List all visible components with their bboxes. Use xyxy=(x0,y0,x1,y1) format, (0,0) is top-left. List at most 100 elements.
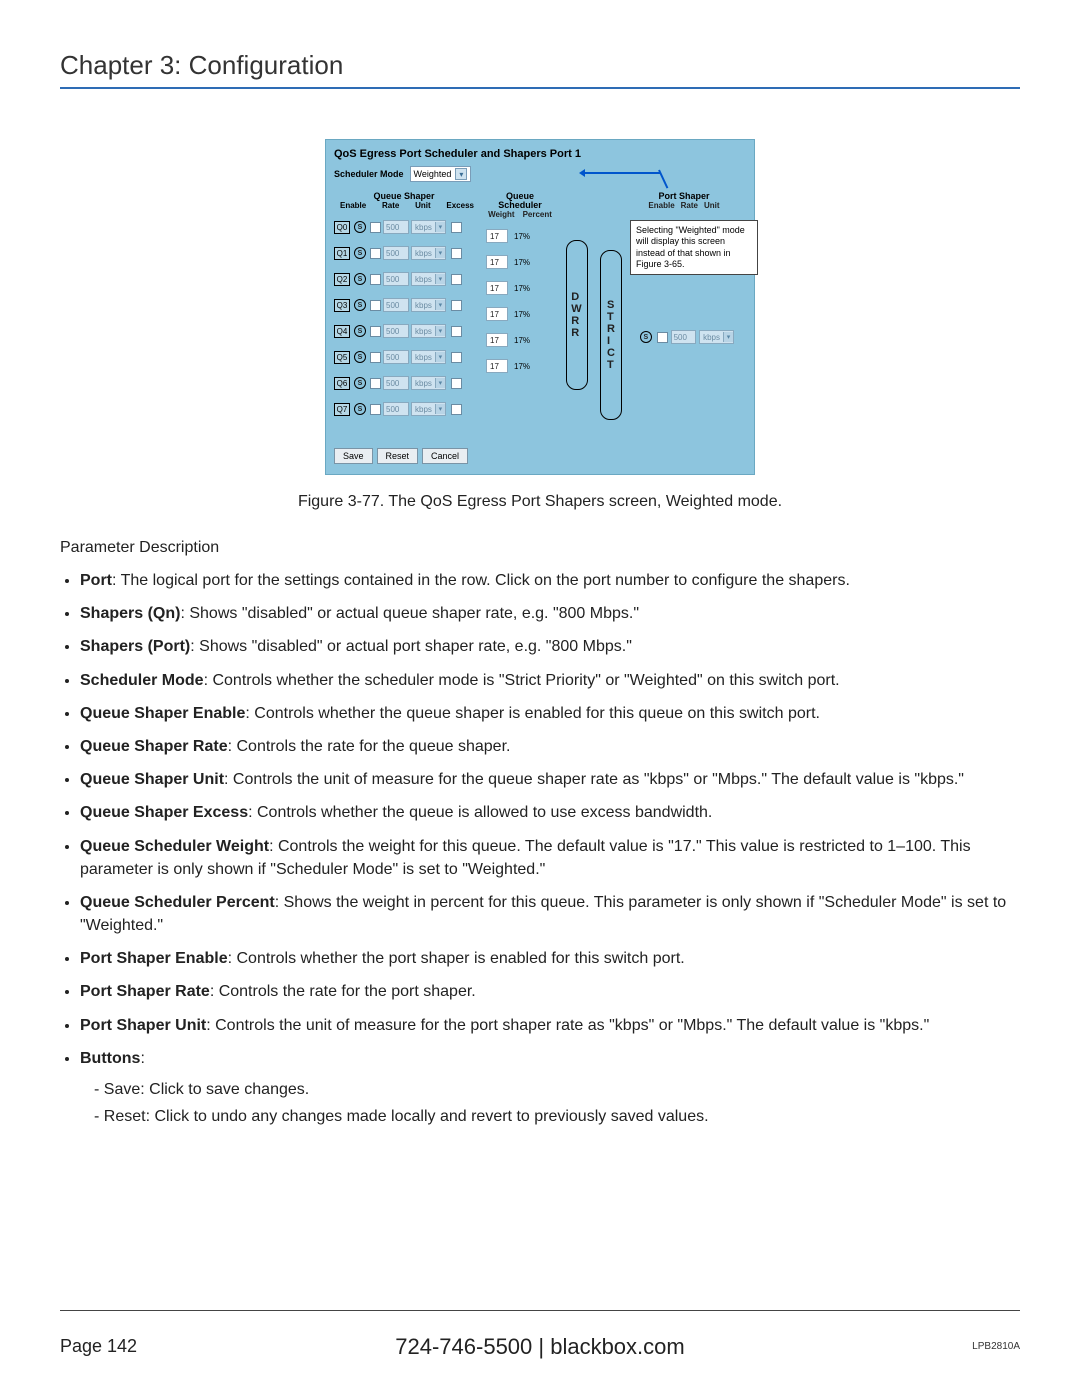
queue-scheduler-row: 1717% xyxy=(486,253,554,271)
queue-shaper-enable-checkbox[interactable] xyxy=(370,222,381,233)
parameter-item: Port Shaper Unit: Controls the unit of m… xyxy=(80,1014,1020,1037)
parameter-list: Port: The logical port for the settings … xyxy=(60,569,1020,1130)
queue-shaper-excess-checkbox[interactable] xyxy=(451,222,462,233)
ps-col-unit: Unit xyxy=(704,201,720,210)
queue-shaper-enable-checkbox[interactable] xyxy=(370,326,381,337)
queue-label: Q4 xyxy=(334,325,350,338)
queue-shaper-excess-checkbox[interactable] xyxy=(451,404,462,415)
queue-weight-input[interactable]: 17 xyxy=(486,229,508,243)
queue-shaper-row: Q2S500kbps▾ xyxy=(334,270,474,288)
queue-shaper-unit-value: kbps xyxy=(415,249,432,258)
queue-weight-input[interactable]: 17 xyxy=(486,307,508,321)
queue-shaper-rate-input[interactable]: 500 xyxy=(383,246,409,260)
chevron-down-icon: ▾ xyxy=(435,378,445,388)
parameter-item: Port: The logical port for the settings … xyxy=(80,569,1020,592)
port-shaper-section: Port Shaper Enable Rate Unit Selecting "… xyxy=(634,192,734,344)
queue-shaper-row: Q7S500kbps▾ xyxy=(334,400,474,418)
queue-shaper-enable-checkbox[interactable] xyxy=(370,352,381,363)
queue-shaper-rate-input[interactable]: 500 xyxy=(383,402,409,416)
queue-shaper-rate-input[interactable]: 500 xyxy=(383,324,409,338)
queue-shaper-excess-checkbox[interactable] xyxy=(451,248,462,259)
queue-shaper-unit-value: kbps xyxy=(415,301,432,310)
callout-arrow xyxy=(581,172,661,174)
dwrr-block: DWRR xyxy=(566,240,588,390)
qs-col-enable: Enable xyxy=(340,201,366,210)
reset-button[interactable]: Reset xyxy=(377,448,419,464)
qsched-col-weight: Weight xyxy=(488,210,515,219)
queue-shaper-unit-select[interactable]: kbps▾ xyxy=(411,246,446,260)
parameter-item: Queue Scheduler Weight: Controls the wei… xyxy=(80,835,1020,881)
queue-shaper-unit-select[interactable]: kbps▾ xyxy=(411,298,446,312)
parameter-item: Queue Shaper Enable: Controls whether th… xyxy=(80,702,1020,725)
queue-weight-input[interactable]: 17 xyxy=(486,281,508,295)
queue-shaper-unit-select[interactable]: kbps▾ xyxy=(411,350,446,364)
queue-shaper-enable-checkbox[interactable] xyxy=(370,248,381,259)
chevron-down-icon: ▾ xyxy=(455,168,467,180)
queue-shaper-rate-input[interactable]: 500 xyxy=(383,350,409,364)
queue-weight-input[interactable]: 17 xyxy=(486,359,508,373)
shaper-s-icon: S xyxy=(354,299,366,311)
queue-weight-input[interactable]: 17 xyxy=(486,333,508,347)
queue-shaper-unit-select[interactable]: kbps▾ xyxy=(411,272,446,286)
parameter-item: Shapers (Port): Shows "disabled" or actu… xyxy=(80,635,1020,658)
queue-percent: 17% xyxy=(514,284,530,293)
queue-shaper-unit-select[interactable]: kbps▾ xyxy=(411,324,446,338)
queue-shaper-unit-select[interactable]: kbps▾ xyxy=(411,402,446,416)
save-button[interactable]: Save xyxy=(334,448,373,464)
queue-label: Q7 xyxy=(334,403,350,416)
parameter-item: Queue Shaper Excess: Controls whether th… xyxy=(80,801,1020,824)
queue-shaper-unit-select[interactable]: kbps▾ xyxy=(411,220,446,234)
queue-shaper-excess-checkbox[interactable] xyxy=(451,326,462,337)
queue-shaper-row: Q6S500kbps▾ xyxy=(334,374,474,392)
chevron-down-icon: ▾ xyxy=(435,222,445,232)
queue-shaper-rate-input[interactable]: 500 xyxy=(383,272,409,286)
queue-shaper-excess-checkbox[interactable] xyxy=(451,352,462,363)
footer-contact: 724-746-5500 | blackbox.com xyxy=(60,1334,1020,1360)
queue-shaper-enable-checkbox[interactable] xyxy=(370,404,381,415)
scheduler-mode-select[interactable]: Weighted ▾ xyxy=(410,166,472,182)
queue-shaper-unit-select[interactable]: kbps▾ xyxy=(411,376,446,390)
queue-percent: 17% xyxy=(514,362,530,371)
parameter-item-buttons: Buttons:- Save: Click to save changes.- … xyxy=(80,1047,1020,1131)
queue-shaper-enable-checkbox[interactable] xyxy=(370,300,381,311)
queue-shaper-rate-input[interactable]: 500 xyxy=(383,298,409,312)
queue-scheduler-row: 17 17% xyxy=(486,331,554,349)
queue-shaper-rate-input[interactable]: 500 xyxy=(383,220,409,234)
chapter-title: Chapter 3: Configuration xyxy=(60,50,1020,81)
queue-shaper-excess-checkbox[interactable] xyxy=(451,378,462,389)
queue-scheduler-row: 17 17% xyxy=(486,357,554,375)
qs-col-excess: Excess xyxy=(446,201,474,210)
figure-caption: Figure 3-77. The QoS Egress Port Shapers… xyxy=(60,493,1020,511)
queue-shaper-unit-value: kbps xyxy=(415,405,432,414)
queue-shaper-excess-checkbox[interactable] xyxy=(451,300,462,311)
port-shaper-s-icon: S xyxy=(640,331,652,343)
cancel-button[interactable]: Cancel xyxy=(422,448,468,464)
qos-figure: QoS Egress Port Scheduler and Shapers Po… xyxy=(325,139,755,475)
queue-percent: 17% xyxy=(514,336,530,345)
parameter-item: Port Shaper Enable: Controls whether the… xyxy=(80,947,1020,970)
queue-shaper-enable-checkbox[interactable] xyxy=(370,378,381,389)
chevron-down-icon: ▾ xyxy=(435,326,445,336)
queue-shaper-row: Q0S500kbps▾ xyxy=(334,218,474,236)
queue-shaper-excess-checkbox[interactable] xyxy=(451,274,462,285)
queue-shaper-enable-checkbox[interactable] xyxy=(370,274,381,285)
chevron-down-icon: ▾ xyxy=(723,332,733,342)
queue-shaper-rate-input[interactable]: 500 xyxy=(383,376,409,390)
queue-weight-input[interactable]: 17 xyxy=(486,255,508,269)
footer-rule xyxy=(60,1310,1020,1311)
port-shaper-unit-select[interactable]: kbps ▾ xyxy=(699,330,734,344)
queue-shaper-row: Q4S500kbps▾ xyxy=(334,322,474,340)
port-shaper-enable-checkbox[interactable] xyxy=(657,332,668,343)
queue-percent: 17% xyxy=(514,310,530,319)
button-description: - Reset: Click to undo any changes made … xyxy=(94,1103,1020,1130)
queue-shaper-row: Q5S500kbps▾ xyxy=(334,348,474,366)
queue-label: Q0 xyxy=(334,221,350,234)
qsched-col-percent: Percent xyxy=(523,210,552,219)
parameter-item: Scheduler Mode: Controls whether the sch… xyxy=(80,669,1020,692)
port-shaper-rate-input[interactable]: 500 xyxy=(671,330,697,344)
queue-scheduler-row: 17 17% xyxy=(486,305,554,323)
page-footer: Page 142 724-746-5500 | blackbox.com LPB… xyxy=(60,1336,1020,1357)
queue-shaper-row: Q1S500kbps▾ xyxy=(334,244,474,262)
shaper-s-icon: S xyxy=(354,273,366,285)
queue-scheduler-row: 1717% xyxy=(486,227,554,245)
